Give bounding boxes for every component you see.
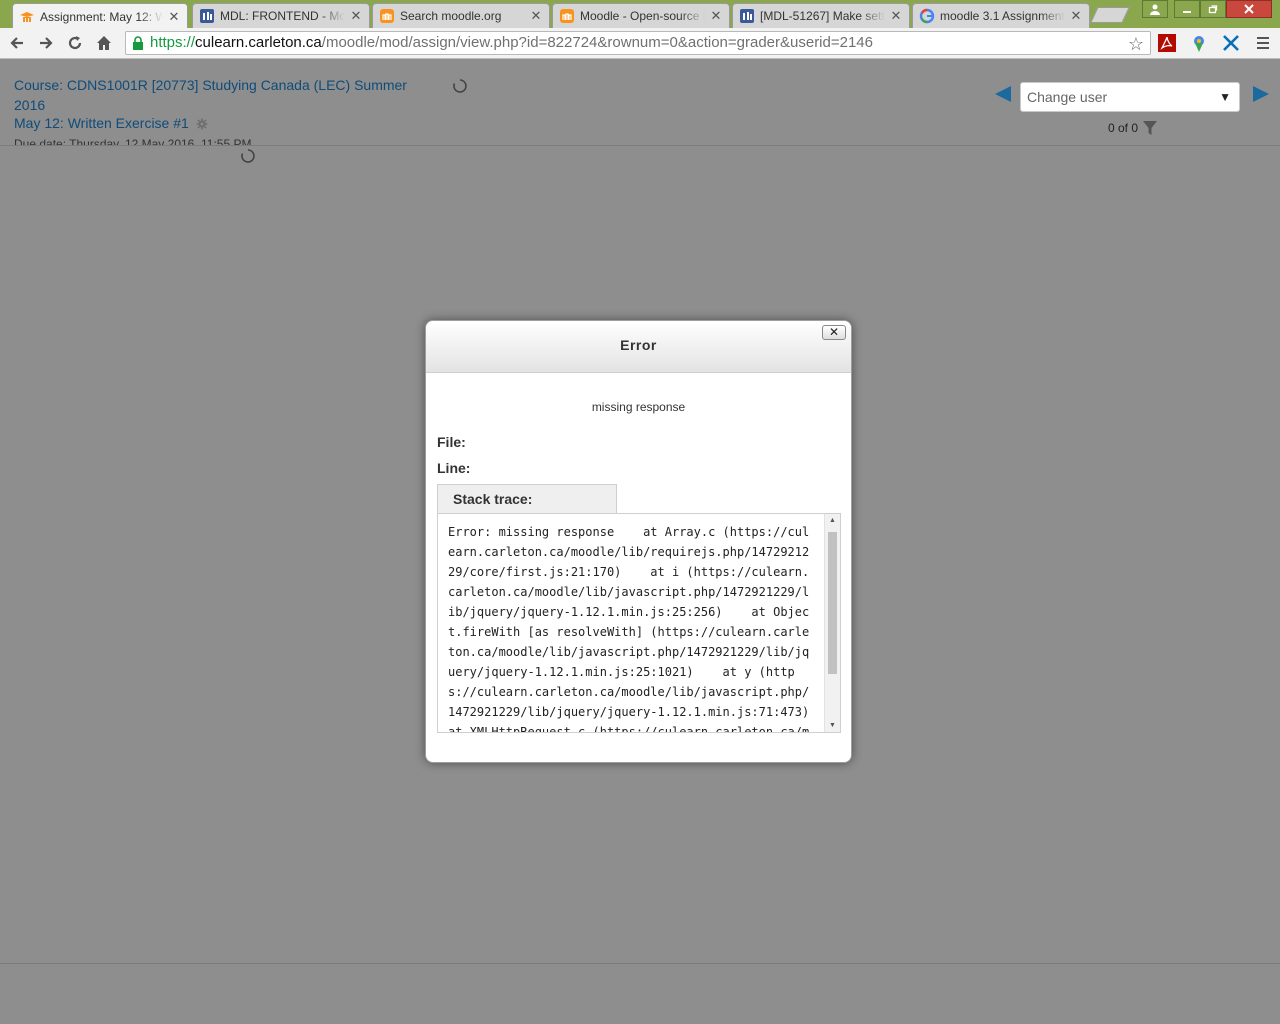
forward-arrow-icon[interactable]	[36, 33, 56, 53]
assignment-link[interactable]: May 12: Written Exercise #1	[14, 115, 208, 131]
tab-title: Assignment: May 12: Written Exercise #1	[40, 9, 163, 24]
jira-icon	[740, 9, 754, 23]
stack-trace-box[interactable]: Error: missing response at Array.c (http…	[437, 513, 841, 733]
stack-trace-label: Stack trace:	[437, 484, 617, 514]
gear-icon[interactable]	[196, 118, 208, 130]
tab-search-moodle[interactable]: Search moodle.org ✕	[372, 3, 550, 28]
tab-close-icon[interactable]: ✕	[1069, 8, 1083, 24]
browser-toolbar: https://culearn.carleton.ca/moodle/mod/a…	[0, 28, 1280, 59]
course-link[interactable]: Course: CDNS1001R [20773] Studying Canad…	[14, 75, 434, 115]
dialog-title: Error	[620, 337, 657, 353]
scroll-down-arrow-icon[interactable]: ▼	[825, 722, 840, 729]
jira-icon	[200, 9, 214, 23]
tab-mdl-frontend[interactable]: MDL: FRONTEND - Moodle Tracker ✕	[192, 3, 370, 28]
tab-moodle-org[interactable]: Moodle - Open-source learning platform ✕	[552, 3, 730, 28]
tab-title: [MDL-51267] Make setting	[760, 9, 885, 23]
line-label: Line:	[437, 460, 471, 476]
tab-title: Moodle - Open-source learning platform	[580, 9, 705, 23]
stack-trace-text: Error: missing response at Array.c (http…	[448, 525, 810, 733]
scroll-up-arrow-icon[interactable]: ▲	[825, 517, 840, 524]
new-tab-button[interactable]	[1090, 7, 1130, 23]
browser-tab-strip: Assignment: May 12: Written Exercise #1 …	[0, 0, 1280, 28]
due-date: Due date: Thursday, 12 May 2016, 11:55 P…	[14, 137, 252, 146]
moodle-hat-icon	[20, 11, 34, 22]
error-message: missing response	[591, 400, 686, 414]
assignment-link-label: May 12: Written Exercise #1	[14, 115, 189, 131]
tab-mdl-51267[interactable]: [MDL-51267] Make setting ✕	[732, 3, 910, 28]
google-icon	[919, 8, 935, 24]
tab-close-icon[interactable]: ✕	[889, 8, 903, 24]
lock-icon	[133, 36, 143, 50]
tab-close-icon[interactable]: ✕	[349, 8, 363, 24]
url-host: culearn.carleton.ca	[195, 34, 322, 51]
tab-google-search[interactable]: moodle 3.1 Assignment ✕	[912, 3, 1090, 28]
loading-spinner-icon	[453, 79, 467, 93]
tab-close-icon[interactable]: ✕	[529, 8, 543, 24]
tab-title: MDL: FRONTEND - Moodle Tracker	[220, 9, 345, 23]
tab-title: Search moodle.org	[400, 9, 502, 23]
next-user-arrow-icon[interactable]	[1250, 83, 1272, 105]
close-window-button[interactable]	[1226, 0, 1272, 18]
user-profile-icon[interactable]	[1142, 0, 1168, 18]
reload-icon[interactable]	[65, 33, 85, 53]
change-user-placeholder: Change user	[1027, 89, 1108, 105]
home-icon[interactable]	[94, 33, 114, 53]
minimize-window-button[interactable]	[1174, 0, 1200, 18]
stack-trace-scrollbar[interactable]: ▲ ▼	[824, 514, 840, 732]
chevron-down-icon: ▼	[1219, 90, 1231, 104]
change-user-select[interactable]: Change user ▼	[1020, 82, 1240, 112]
puzzle-extension-icon[interactable]	[1221, 33, 1241, 53]
file-label: File:	[437, 434, 466, 450]
grader-header: Course: CDNS1001R [20773] Studying Canad…	[0, 59, 1280, 146]
filter-icon[interactable]	[1142, 120, 1158, 136]
loading-spinner-icon	[241, 149, 255, 163]
address-bar[interactable]: https://culearn.carleton.ca/moodle/mod/a…	[125, 31, 1151, 55]
maps-extension-icon[interactable]	[1189, 33, 1209, 53]
tab-close-icon[interactable]: ✕	[167, 9, 181, 25]
user-count: 0 of 0	[1108, 121, 1139, 135]
dialog-header: Error ✕	[426, 321, 851, 373]
previous-user-arrow-icon[interactable]	[992, 83, 1014, 105]
moodle-icon	[560, 9, 574, 23]
footer-divider	[0, 963, 1280, 964]
tab-title: moodle 3.1 Assignment	[940, 9, 1065, 23]
tab-close-icon[interactable]: ✕	[709, 8, 723, 24]
moodle-icon	[380, 9, 394, 23]
menu-icon[interactable]	[1253, 33, 1273, 53]
back-arrow-icon[interactable]	[7, 33, 27, 53]
dialog-close-button[interactable]: ✕	[822, 325, 846, 340]
tab-assignment[interactable]: Assignment: May 12: Written Exercise #1 …	[12, 3, 188, 28]
url-path: /moodle/mod/assign/view.php?id=822724&ro…	[321, 34, 873, 51]
bookmark-star-icon[interactable]: ☆	[1128, 33, 1144, 54]
restore-window-button[interactable]	[1200, 0, 1226, 18]
pdf-extension-icon[interactable]	[1157, 33, 1177, 53]
scrollbar-thumb[interactable]	[828, 532, 837, 674]
error-dialog: Error ✕ missing response File: Line: Sta…	[425, 320, 852, 763]
url-scheme: https://	[150, 34, 196, 51]
